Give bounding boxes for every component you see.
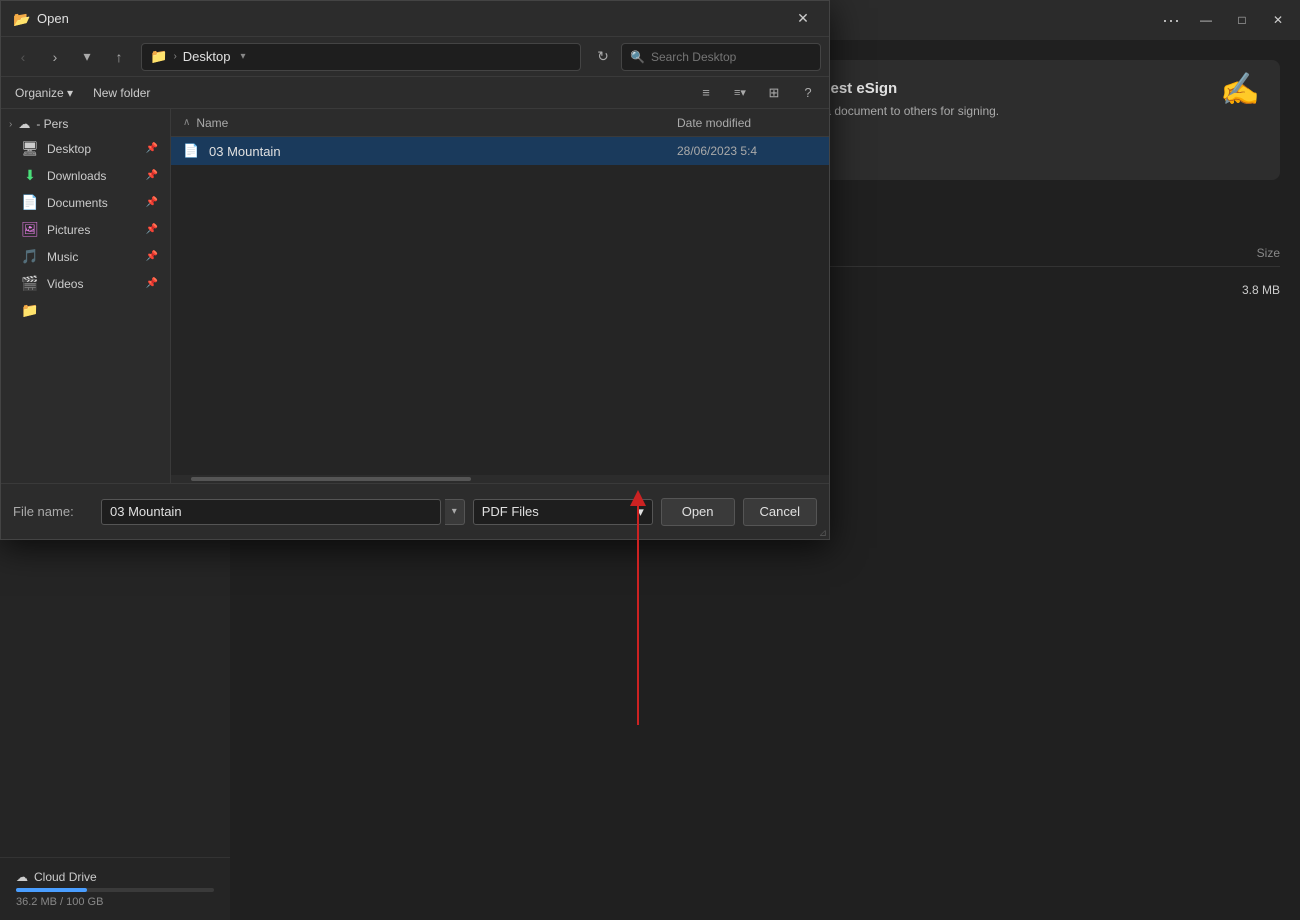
col-name-header[interactable]: Name <box>196 116 677 130</box>
details-view-btn[interactable]: ≡▾ <box>727 82 753 104</box>
scrollbar-thumb[interactable] <box>191 477 471 481</box>
dialog-search-icon: 🔍 <box>630 50 645 64</box>
cloud-size-text: 36.2 MB / 100 GB <box>16 896 214 908</box>
documents-label: Documents <box>47 196 138 210</box>
bg-close-btn[interactable]: ✕ <box>1268 10 1288 30</box>
videos-icon: 🎬 <box>21 275 39 292</box>
open-btn[interactable]: Open <box>661 498 735 526</box>
list-view-btn[interactable]: ≡ <box>693 82 719 104</box>
music-icon: 🎵 <box>21 248 39 265</box>
sidebar-cloud-header[interactable]: › ☁ - Pers <box>1 113 170 135</box>
path-dropdown-btn[interactable]: ▾ <box>240 51 245 62</box>
sidebar-item-desktop[interactable]: 🖥 Desktop 📌 <box>1 135 170 162</box>
cloud-progress-bar <box>16 888 214 892</box>
desktop-label: Desktop <box>47 142 138 156</box>
esign-card-title: Request eSign <box>793 80 1260 97</box>
cancel-btn[interactable]: Cancel <box>743 498 817 526</box>
cloud-drive-section: ☁ Cloud Drive 36.2 MB / 100 GB <box>0 857 230 920</box>
esign-card: Request eSign Send a document to others … <box>773 60 1280 180</box>
videos-label: Videos <box>47 277 138 291</box>
file-name-label: File name: <box>13 504 93 519</box>
file-date: 28/06/2023 5:4 <box>677 144 817 158</box>
refresh-btn[interactable]: ↻ <box>589 43 617 71</box>
dialog-toolbar: ‹ › ▾ ↑ 📁 › Desktop ▾ ↻ 🔍 <box>1 37 829 77</box>
dialog-sidebar: › ☁ - Pers 🖥 Desktop 📌 ⬇ Downloads 📌 📄 D… <box>1 109 171 483</box>
col-date-header[interactable]: Date modified <box>677 116 817 130</box>
dialog-search-box[interactable]: 🔍 <box>621 43 821 71</box>
music-label: Music <box>47 250 138 264</box>
esign-card-text: Send a document to others for signing. <box>793 103 1260 120</box>
folder-icon: 📁 <box>21 302 39 319</box>
pictures-icon: 🖼 <box>21 221 39 238</box>
dialog-titlebar: 📂 Open ✕ <box>1 1 829 37</box>
path-folder-name: Desktop <box>183 49 231 64</box>
file-type-value: PDF Files <box>482 504 539 519</box>
sidebar-item-music[interactable]: 🎵 Music 📌 <box>1 243 170 270</box>
sidebar-item-documents[interactable]: 📄 Documents 📌 <box>1 189 170 216</box>
file-size: 3.8 MB <box>1242 283 1280 297</box>
path-separator: › <box>173 51 176 62</box>
downloads-label: Downloads <box>47 169 138 183</box>
dialog-body: › ☁ - Pers 🖥 Desktop 📌 ⬇ Downloads 📌 📄 D… <box>1 109 829 483</box>
dialog-search-input[interactable] <box>651 50 812 64</box>
open-dialog: 📂 Open ✕ ‹ › ▾ ↑ 📁 › Desktop ▾ ↻ 🔍 Organ… <box>0 0 830 540</box>
sidebar-item-downloads[interactable]: ⬇ Downloads 📌 <box>1 162 170 189</box>
sort-up-arrow: ∧ <box>183 117 190 128</box>
up-btn[interactable]: ↑ <box>105 43 133 71</box>
pictures-label: Pictures <box>47 223 138 237</box>
back-btn[interactable]: ‹ <box>9 43 37 71</box>
sidebar-item-videos[interactable]: 🎬 Videos 📌 <box>1 270 170 297</box>
new-folder-btn[interactable]: New folder <box>87 84 156 102</box>
horizontal-scrollbar[interactable] <box>171 475 829 483</box>
sidebar-cloud-icon: ☁ <box>18 117 30 131</box>
sidebar-item-folder[interactable]: 📁 <box>1 297 170 324</box>
file-icon: 📄 <box>183 143 201 159</box>
cloud-icon: ☁ <box>16 870 28 884</box>
filelist-header: ∧ Name Date modified <box>171 109 829 137</box>
file-row-mountain[interactable]: 📄 03 Mountain 28/06/2023 5:4 <box>171 137 829 165</box>
dialog-title: Open <box>37 11 789 26</box>
path-bar[interactable]: 📁 › Desktop ▾ <box>141 43 581 71</box>
dialog-close-btn[interactable]: ✕ <box>789 5 817 33</box>
sidebar-item-pictures[interactable]: 🖼 Pictures 📌 <box>1 216 170 243</box>
downloads-pin-icon: 📌 <box>146 170 158 181</box>
bg-more-options[interactable]: ··· <box>1162 10 1180 31</box>
dropdown-nav-btn[interactable]: ▾ <box>73 43 101 71</box>
cloud-drive-label: ☁ Cloud Drive <box>16 870 214 884</box>
pictures-pin-icon: 📌 <box>146 224 158 235</box>
dialog-organize-bar: Organize ▾ New folder ≡ ≡▾ ⊞ ? <box>1 77 829 109</box>
desktop-icon: 🖥 <box>21 140 39 157</box>
path-folder-icon: 📁 <box>150 48 167 65</box>
file-name-input[interactable] <box>101 499 441 525</box>
filename-dropdown-btn[interactable]: ▾ <box>445 499 465 525</box>
size-label: Size <box>1257 246 1280 260</box>
dialog-footer: File name: ▾ PDF Files ▾ Open Cancel <box>1 483 829 539</box>
desktop-pin-icon: 📌 <box>146 143 158 154</box>
bg-maximize-btn[interactable]: □ <box>1232 10 1252 30</box>
organize-btn[interactable]: Organize ▾ <box>9 84 79 102</box>
forward-btn[interactable]: › <box>41 43 69 71</box>
cloud-progress-fill <box>16 888 87 892</box>
dialog-filelist: ∧ Name Date modified 📄 03 Mountain 28/06… <box>171 109 829 483</box>
esign-card-icon: ✍ <box>1220 70 1260 108</box>
sidebar-cloud-label: - Pers <box>36 117 68 131</box>
tiles-view-btn[interactable]: ⊞ <box>761 82 787 104</box>
cloud-drive-text: Cloud Drive <box>34 870 97 884</box>
documents-pin-icon: 📌 <box>146 197 158 208</box>
resize-handle[interactable]: ⊿ <box>817 527 829 539</box>
file-name: 03 Mountain <box>209 144 669 159</box>
documents-icon: 📄 <box>21 194 39 211</box>
bg-minimize-btn[interactable]: — <box>1196 10 1216 30</box>
file-type-arrow: ▾ <box>637 504 644 520</box>
downloads-icon: ⬇ <box>21 167 39 184</box>
file-type-select[interactable]: PDF Files ▾ <box>473 499 653 525</box>
sidebar-expand-icon: › <box>9 119 12 130</box>
dialog-app-icon: 📂 <box>13 11 29 27</box>
help-btn[interactable]: ? <box>795 82 821 104</box>
music-pin-icon: 📌 <box>146 251 158 262</box>
videos-pin-icon: 📌 <box>146 278 158 289</box>
